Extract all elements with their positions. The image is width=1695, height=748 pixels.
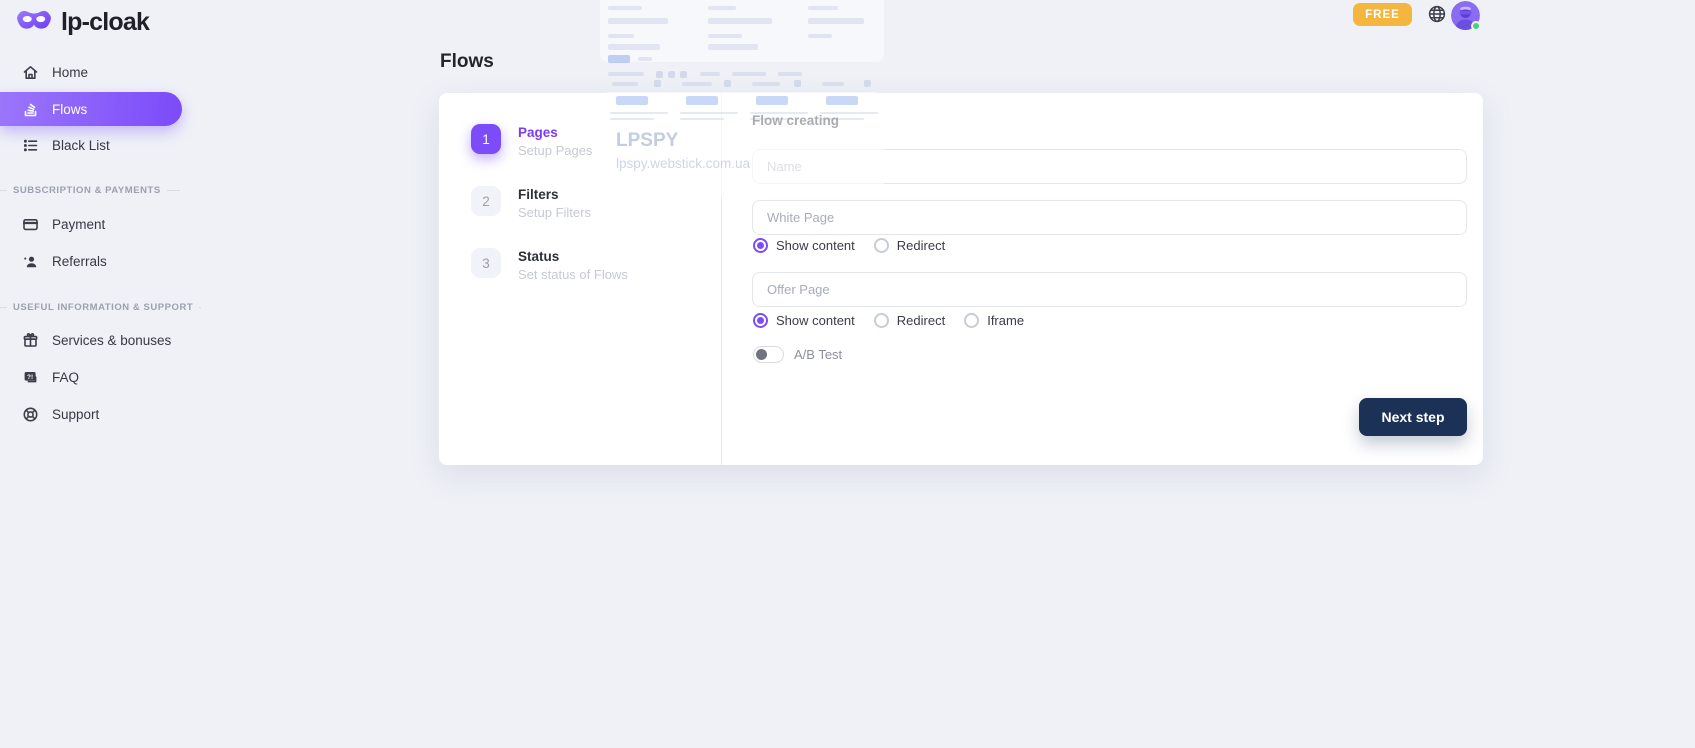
radio-selected-icon [753,238,768,253]
toggle-knob [756,349,767,360]
ab-test-toggle[interactable] [753,346,784,363]
radio-white-show-content[interactable]: Show content [753,238,855,253]
plan-badge[interactable]: FREE [1353,3,1412,26]
mask-icon [16,7,52,37]
radio-unselected-icon [964,313,979,328]
form-title: Flow creating [752,113,839,128]
lifering-icon [21,405,39,423]
sidebar-item-services[interactable]: Services & bonuses [0,323,182,357]
sidebar-item-label: Home [52,65,88,80]
step-title: Pages [518,125,592,140]
step-subtitle: Setup Pages [518,143,592,158]
sidebar-item-support[interactable]: Support [0,397,182,431]
online-status-dot [1471,21,1481,31]
sidebar-item-black-list[interactable]: Black List [0,128,182,162]
ab-test-label: A/B Test [794,347,842,362]
offer-page-input[interactable] [752,272,1467,307]
app-root: lp-cloak Home Flows Black List SUBSCRIPT… [0,0,1695,748]
step-subtitle: Set status of Flows [518,267,628,282]
radio-unselected-icon [874,238,889,253]
sidebar-section-subscription: SUBSCRIPTION & PAYMENTS [0,185,182,196]
radio-white-redirect[interactable]: Redirect [874,238,945,253]
next-step-button[interactable]: Next step [1359,398,1467,436]
list-icon [21,136,39,154]
sidebar-item-referrals[interactable]: Referrals [0,244,182,278]
sidebar-section-support: USEFUL INFORMATION & SUPPORT [0,302,182,313]
white-page-input[interactable] [752,200,1467,235]
step-status[interactable]: 3 Status Set status of Flows [471,248,628,282]
home-icon [21,63,39,81]
card-divider [721,93,722,465]
user-avatar[interactable] [1451,1,1480,30]
radio-label: Redirect [897,313,945,328]
radio-offer-show-content[interactable]: Show content [753,313,855,328]
radio-offer-iframe[interactable]: Iframe [964,313,1024,328]
credit-card-icon [21,215,39,233]
sidebar-item-flows[interactable]: Flows [0,92,182,126]
radio-label: Show content [776,238,855,253]
step-title: Filters [518,187,591,202]
sidebar-item-home[interactable]: Home [0,55,182,89]
offer-page-mode-group: Show content Redirect Iframe [753,313,1024,328]
sidebar-item-label: Referrals [52,254,107,269]
ab-test-toggle-row: A/B Test [753,346,842,363]
step-pages[interactable]: 1 Pages Setup Pages [471,124,592,158]
sidebar-item-label: Flows [52,102,87,117]
radio-selected-icon [753,313,768,328]
page-title: Flows [440,51,494,73]
name-input[interactable] [752,149,1467,184]
gift-icon [21,331,39,349]
flow-creating-card: 1 Pages Setup Pages 2 Filters Setup Filt… [439,93,1483,465]
step-number-badge: 1 [471,124,501,154]
sidebar-item-faq[interactable]: ?! FAQ [0,360,182,394]
step-number-badge: 2 [471,186,501,216]
sidebar-item-label: Black List [52,138,110,153]
language-globe-icon[interactable] [1426,4,1448,26]
faq-bubble-icon: ?! [21,368,39,386]
sidebar-item-label: Services & bonuses [52,333,171,348]
svg-text:?!: ?! [27,373,33,380]
step-subtitle: Setup Filters [518,205,591,220]
sidebar-item-label: Payment [52,217,105,232]
sidebar-item-payment[interactable]: Payment [0,207,182,241]
radio-unselected-icon [874,313,889,328]
ghost-form-panel [600,0,884,62]
radio-offer-redirect[interactable]: Redirect [874,313,945,328]
referral-user-icon [21,252,39,270]
brand-logo[interactable]: lp-cloak [16,7,149,37]
radio-label: Iframe [987,313,1024,328]
step-filters[interactable]: 2 Filters Setup Filters [471,186,591,220]
flows-icon [21,100,39,118]
radio-label: Redirect [897,238,945,253]
brand-name: lp-cloak [61,8,149,37]
sidebar-item-label: Support [52,407,99,422]
step-title: Status [518,249,628,264]
step-number-badge: 3 [471,248,501,278]
sidebar-item-label: FAQ [52,370,79,385]
radio-label: Show content [776,313,855,328]
white-page-mode-group: Show content Redirect [753,238,945,253]
